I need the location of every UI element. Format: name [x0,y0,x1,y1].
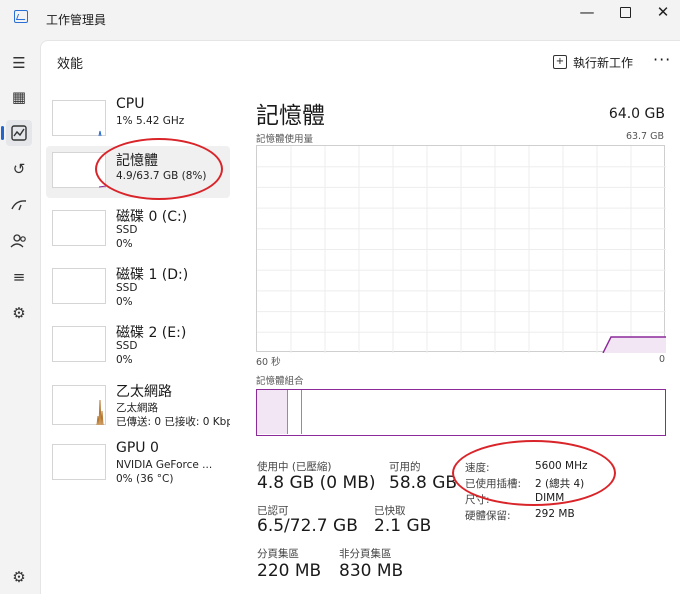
app-history-icon[interactable]: ↺ [6,156,32,182]
hardware-reserved-value: 292 MB [535,508,575,520]
hardware-reserved-label: 硬體保留: [465,510,511,522]
processes-icon[interactable]: ▦ [6,84,32,110]
graph-axis-right-label: 0 [658,354,665,365]
cached-value: 2.1 GB [374,516,432,536]
services-icon[interactable]: ⚙ [6,300,32,326]
resource-detail: 0% [116,354,133,366]
resource-name: 磁碟 0 (C:) [116,209,188,225]
form-factor-label: 尺寸: [465,494,490,506]
available-label: 可用的 [389,461,421,473]
form-factor-value: DIMM [535,492,565,504]
resource-name: 記憶體 [116,153,158,169]
resource-name: 磁碟 2 (E:) [116,325,187,341]
memory-composition-bar [256,389,666,436]
resource-disk-1[interactable]: 磁碟 1 (D:) SSD 0% [46,262,230,318]
memory-usage-label: 記憶體使用量 [256,134,314,145]
resource-detail: 4.9/63.7 GB (8%) [116,170,207,182]
resource-detail: 0% (36 °C) [116,473,174,485]
details-icon[interactable]: ≡ [6,264,32,290]
resource-name: GPU 0 [116,440,159,456]
ethernet-thumbnail-bars [96,399,104,426]
speed-value: 5600 MHz [535,460,588,472]
nonpaged-pool-label: 非分頁集區 [339,548,392,560]
resource-detail: SSD [116,340,138,352]
memory-usage-max-label: 63.7 GB [625,131,664,142]
startup-apps-icon-graphic [11,200,27,211]
resource-name: CPU [116,96,145,112]
resource-detail: SSD [116,282,138,294]
speed-label: 速度: [465,462,490,474]
gpu-thumbnail-graph [52,444,106,480]
resource-gpu[interactable]: GPU 0 NVIDIA GeForce ... 0% (36 °C) [46,438,230,494]
resource-disk-0[interactable]: 磁碟 0 (C:) SSD 0% [46,204,230,260]
resource-detail: 0% [116,296,133,308]
memory-total: 64.0 GB [608,106,665,122]
memory-thumbnail-graph [52,152,107,188]
committed-value: 6.5/72.7 GB [257,516,358,536]
disk-thumbnail-graph [52,210,106,246]
memory-usage-grid [257,146,666,353]
resource-detail: 0% [116,238,133,250]
resource-disk-2[interactable]: 磁碟 2 (E:) SSD 0% [46,320,230,376]
slots-used-label: 已使用插槽: [465,478,522,490]
users-icon-graphic [10,234,26,248]
in-use-label: 使用中 (已壓縮) [257,461,332,473]
nonpaged-pool-value: 830 MB [339,561,404,581]
memory-composition-label: 記憶體組合 [256,376,304,387]
performance-icon[interactable] [1,120,32,146]
memory-usage-area [603,337,666,353]
memory-thumbnail-line [98,185,107,188]
close-button[interactable]: ✕ [650,4,676,20]
ethernet-thumbnail-graph [52,385,106,426]
resource-ethernet[interactable]: 乙太網路 乙太網路 已傳送: 0 已接收: 0 Kbps [46,379,230,435]
in-use-value: 4.8 GB (0 MB) [257,473,376,493]
memory-usage-graph [256,145,666,353]
cpu-thumbnail-graph [52,100,106,137]
paged-pool-value: 220 MB [257,561,322,581]
run-new-task-button[interactable]: + 執行新工作 [553,51,633,73]
paged-pool-label: 分頁集區 [257,548,299,560]
slots-used-value: 2 (總共 4) [535,478,585,490]
title-bar: 工作管理員 — ✕ [0,0,680,40]
maximize-button[interactable] [612,4,638,20]
resource-name: 磁碟 1 (D:) [116,267,189,283]
disk-thumbnail-graph [52,326,106,362]
disk-thumbnail-graph [52,268,106,304]
task-manager-app-icon [14,10,28,23]
startup-apps-icon[interactable] [6,192,32,218]
window-title: 工作管理員 [46,13,107,27]
composition-modified-segment[interactable] [288,390,302,434]
resource-detail: SSD [116,224,138,236]
memory-title: 記憶體 [256,103,325,129]
composition-in-use-segment[interactable] [257,390,288,434]
settings-icon[interactable]: ⚙ [6,564,32,590]
performance-icon-graphic [11,125,27,141]
resource-detail: 已傳送: 0 已接收: 0 Kbps [116,416,230,428]
resource-name: 乙太網路 [116,384,172,400]
more-options-button[interactable]: ··· [653,50,671,69]
hamburger-menu-icon[interactable]: ☰ [6,50,32,76]
page-title: 效能 [57,57,84,72]
resource-detail: 1% 5.42 GHz [116,115,185,127]
run-task-icon: + [553,55,567,69]
minimize-button[interactable]: — [574,4,600,20]
resource-memory[interactable]: 記憶體 4.9/63.7 GB (8%) [46,146,230,198]
users-icon[interactable] [6,228,32,254]
navigation-rail: ☰ ▦ ↺ ≡ ⚙ ⚙ [0,40,40,594]
resource-detail: 乙太網路 [116,402,158,414]
resource-cpu[interactable]: CPU 1% 5.42 GHz [46,96,230,152]
graph-axis-left-label: 60 秒 [256,357,281,368]
resource-detail: NVIDIA GeForce ... [116,459,213,471]
available-value: 58.8 GB [389,473,458,493]
cpu-thumbnail-line [98,130,102,137]
run-new-task-label: 執行新工作 [573,55,634,70]
